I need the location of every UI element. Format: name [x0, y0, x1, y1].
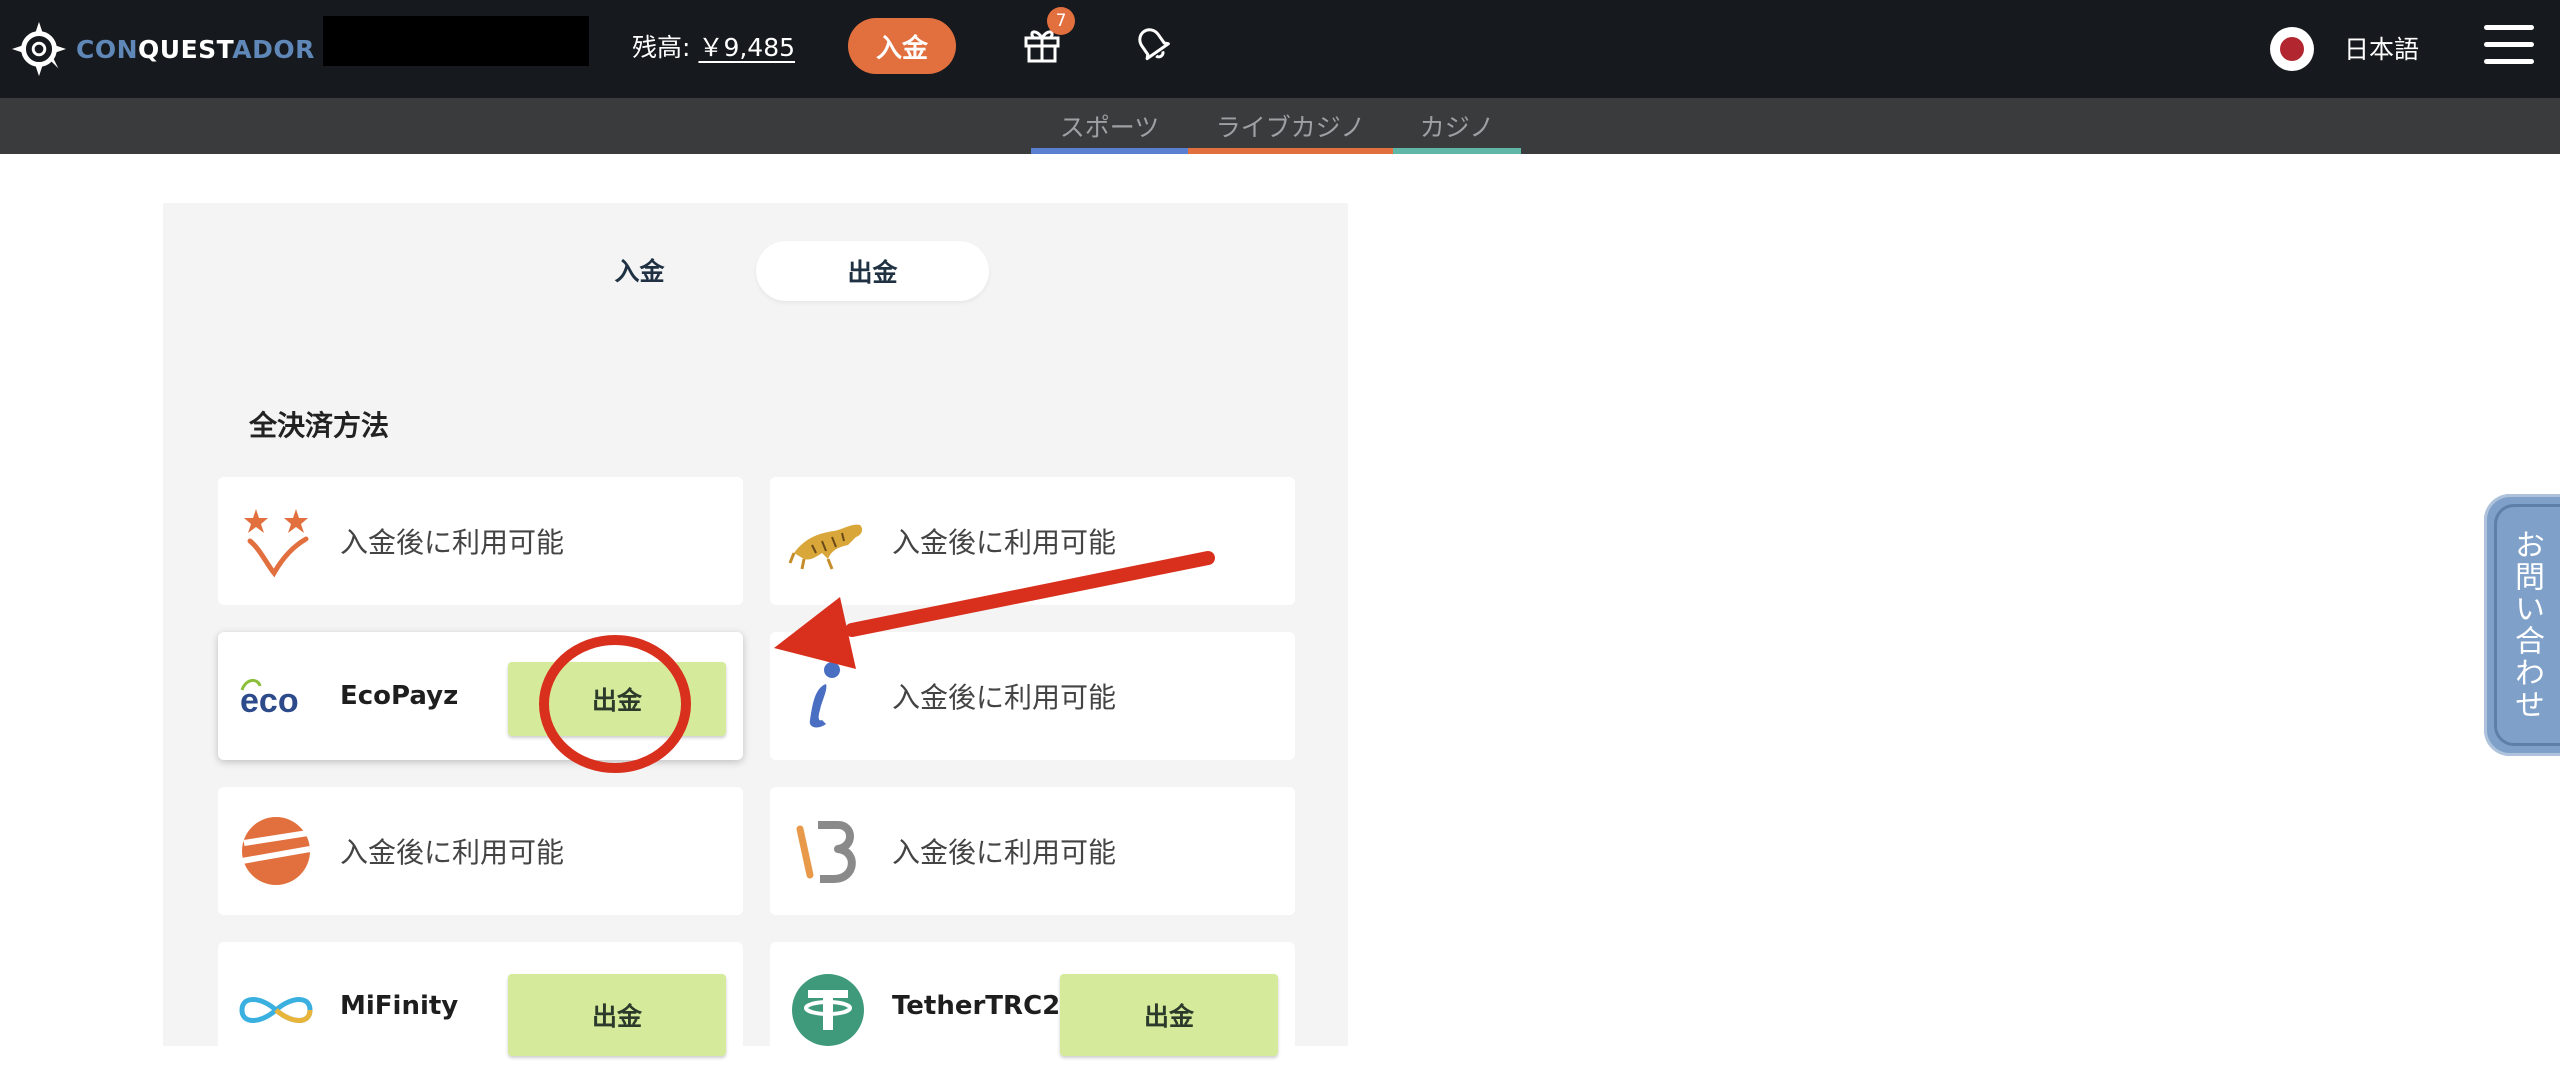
- availability-text: 入金後に利用可能: [892, 836, 1117, 869]
- tab-live-casino[interactable]: ライブカジノ: [1188, 98, 1393, 154]
- tab-deposit[interactable]: 入金: [567, 241, 712, 299]
- availability-text: 入金後に利用可能: [892, 681, 1117, 714]
- section-title: 全決済方法: [249, 409, 390, 442]
- language-selector[interactable]: 日本語: [2344, 30, 2419, 66]
- balance-value[interactable]: ￥9,485: [698, 28, 795, 64]
- contact-tab[interactable]: お問い合わせ: [2484, 494, 2560, 756]
- contact-label: お問い合わせ: [2509, 529, 2544, 721]
- payment-method-card: 入金後に利用可能: [770, 632, 1295, 760]
- payment-method-card-mifinity: MiFinity 出金: [218, 942, 743, 1070]
- tether-logo-icon: [792, 974, 864, 1046]
- method-name: TetherTRC20: [892, 991, 1079, 1021]
- b-logo-icon: [796, 821, 856, 883]
- payment-method-card-ecopayz: eco EcoPayz 出金: [218, 632, 743, 760]
- payment-method-card: 入金後に利用可能: [770, 787, 1295, 915]
- withdraw-button-tether[interactable]: 出金: [1060, 974, 1278, 1056]
- bell-icon[interactable]: [1131, 22, 1173, 64]
- tab-underline: [1393, 148, 1521, 154]
- compass-logo-icon: [11, 21, 67, 77]
- top-bar: CONQUESTADOR 残高: ￥9,485 入金 7 日本語: [0, 0, 2560, 98]
- hamburger-menu-icon[interactable]: [2484, 25, 2534, 65]
- method-name: EcoPayz: [340, 681, 459, 711]
- withdraw-button-ecopayz[interactable]: 出金: [508, 662, 726, 736]
- payment-method-card: 入金後に利用可能: [218, 477, 743, 605]
- availability-text: 入金後に利用可能: [892, 526, 1117, 559]
- tab-casino[interactable]: カジノ: [1393, 98, 1521, 154]
- svg-text:eco: eco: [240, 682, 299, 720]
- tab-underline: [1031, 148, 1188, 154]
- tab-withdraw[interactable]: 出金: [756, 241, 989, 301]
- availability-text: 入金後に利用可能: [340, 836, 565, 869]
- payment-method-card: 入金後に利用可能: [770, 477, 1295, 605]
- tab-underline: [1188, 148, 1393, 154]
- logo-text: CONQUESTADOR: [76, 34, 315, 64]
- logo[interactable]: CONQUESTADOR: [10, 18, 315, 80]
- withdraw-button-mifinity[interactable]: 出金: [508, 974, 726, 1056]
- i-logo-icon: [809, 662, 840, 728]
- payment-method-card-tether: TetherTRC20 出金: [770, 942, 1295, 1070]
- striped-ball-icon: [241, 817, 311, 885]
- method-name: MiFinity: [340, 991, 459, 1021]
- payment-method-card: 入金後に利用可能: [218, 787, 743, 915]
- category-nav: スポーツ ライブカジノ カジノ: [0, 98, 2560, 154]
- redacted-username: [323, 16, 589, 66]
- deposit-button[interactable]: 入金: [848, 18, 956, 74]
- tiger-icon: [788, 524, 863, 570]
- availability-text: 入金後に利用可能: [340, 526, 565, 559]
- payment-panel: [163, 203, 1348, 1046]
- stars-check-icon: [244, 509, 309, 578]
- balance: 残高: ￥9,485: [632, 28, 795, 64]
- japan-flag-icon[interactable]: [2270, 27, 2314, 71]
- ecopayz-logo-icon: eco: [240, 679, 299, 720]
- gift-count-badge: 7: [1047, 7, 1075, 35]
- tab-sports[interactable]: スポーツ: [1031, 98, 1188, 154]
- balance-label: 残高:: [632, 33, 691, 62]
- mifinity-logo-icon: [239, 997, 313, 1023]
